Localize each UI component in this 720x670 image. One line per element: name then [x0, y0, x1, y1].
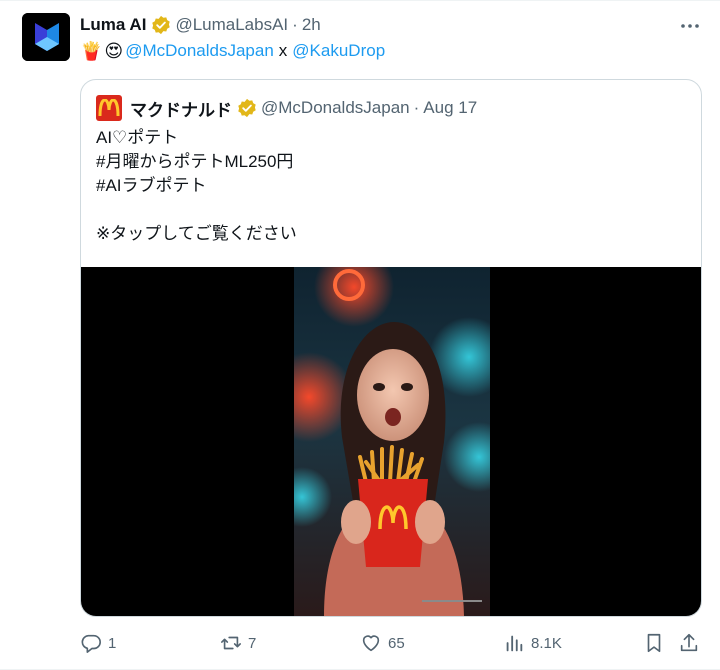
- quote-author-name[interactable]: マクドナルド: [130, 96, 232, 121]
- separator-dot: ·: [413, 98, 420, 117]
- verified-icon: [238, 98, 256, 118]
- share-button[interactable]: [678, 628, 700, 658]
- like-button[interactable]: 65: [360, 628, 405, 658]
- quote-line: AI♡ポテト: [96, 128, 179, 147]
- repost-icon: [221, 636, 241, 650]
- video-frame[interactable]: [294, 267, 490, 616]
- views-icon: [506, 635, 523, 652]
- like-icon: [362, 635, 380, 652]
- more-button[interactable]: [676, 14, 704, 38]
- quote-date[interactable]: Aug 17: [423, 98, 477, 118]
- mention-link[interactable]: @McDonaldsJapan: [125, 41, 274, 61]
- bookmark-icon: [647, 633, 661, 653]
- reply-icon: [81, 634, 101, 653]
- tweet-time[interactable]: 2h: [302, 15, 321, 35]
- luma-avatar[interactable]: [22, 13, 70, 61]
- author-name[interactable]: Luma AI: [80, 15, 146, 35]
- fries-emoji: 🍟: [80, 40, 103, 61]
- tweet[interactable]: Luma AI @LumaLabsAI · 2h 🍟 😍 @McDonaldsJ…: [0, 0, 720, 670]
- reply-count: 1: [108, 634, 117, 652]
- more-icon: [681, 24, 699, 28]
- verified-icon: [152, 15, 171, 35]
- heart-eyes-emoji: 😍: [104, 40, 124, 61]
- repost-count: 7: [248, 634, 257, 652]
- video-thumbnail: [294, 267, 490, 616]
- like-count: 65: [388, 634, 405, 652]
- separator-text: x: [278, 41, 288, 60]
- quote-author-handle[interactable]: @McDonaldsJapan: [261, 98, 410, 118]
- separator-dot: ·: [292, 15, 298, 34]
- tweet-text: 🍟 😍 @McDonaldsJapan x @KakuDrop: [80, 38, 385, 64]
- divider: [0, 0, 720, 1]
- author-handle[interactable]: @LumaLabsAI: [175, 15, 288, 35]
- mcdonalds-avatar[interactable]: [96, 95, 122, 121]
- mention-link[interactable]: @KakuDrop: [292, 41, 385, 61]
- tweet-actions: 1 7 65 8.1K: [80, 628, 702, 658]
- repost-button[interactable]: 7: [220, 628, 256, 658]
- quote-header: マクドナルド @McDonaldsJapan · Aug 17: [96, 95, 477, 121]
- video-player[interactable]: [81, 267, 701, 616]
- bookmark-button[interactable]: [643, 628, 665, 658]
- share-icon: [680, 633, 698, 652]
- luma-logo-icon: [22, 13, 70, 61]
- views-button[interactable]: 8.1K: [503, 628, 562, 658]
- quoted-tweet[interactable]: マクドナルド @McDonaldsJapan · Aug 17 AI♡ポテト #…: [80, 79, 702, 617]
- quote-line[interactable]: #AIラブポテト: [96, 174, 297, 198]
- mcdonalds-logo-icon: [98, 99, 120, 117]
- reply-button[interactable]: 1: [80, 628, 116, 658]
- tweet-header: Luma AI @LumaLabsAI · 2h: [80, 13, 321, 37]
- quote-line[interactable]: #月曜からポテトML250円: [96, 150, 297, 174]
- quote-line: ※タップしてご覧ください: [96, 224, 297, 243]
- quote-text: AI♡ポテト #月曜からポテトML250円 #AIラブポテト ※タップしてご覧く…: [96, 126, 297, 246]
- quote-line: [96, 198, 297, 222]
- view-count: 8.1K: [531, 634, 562, 652]
